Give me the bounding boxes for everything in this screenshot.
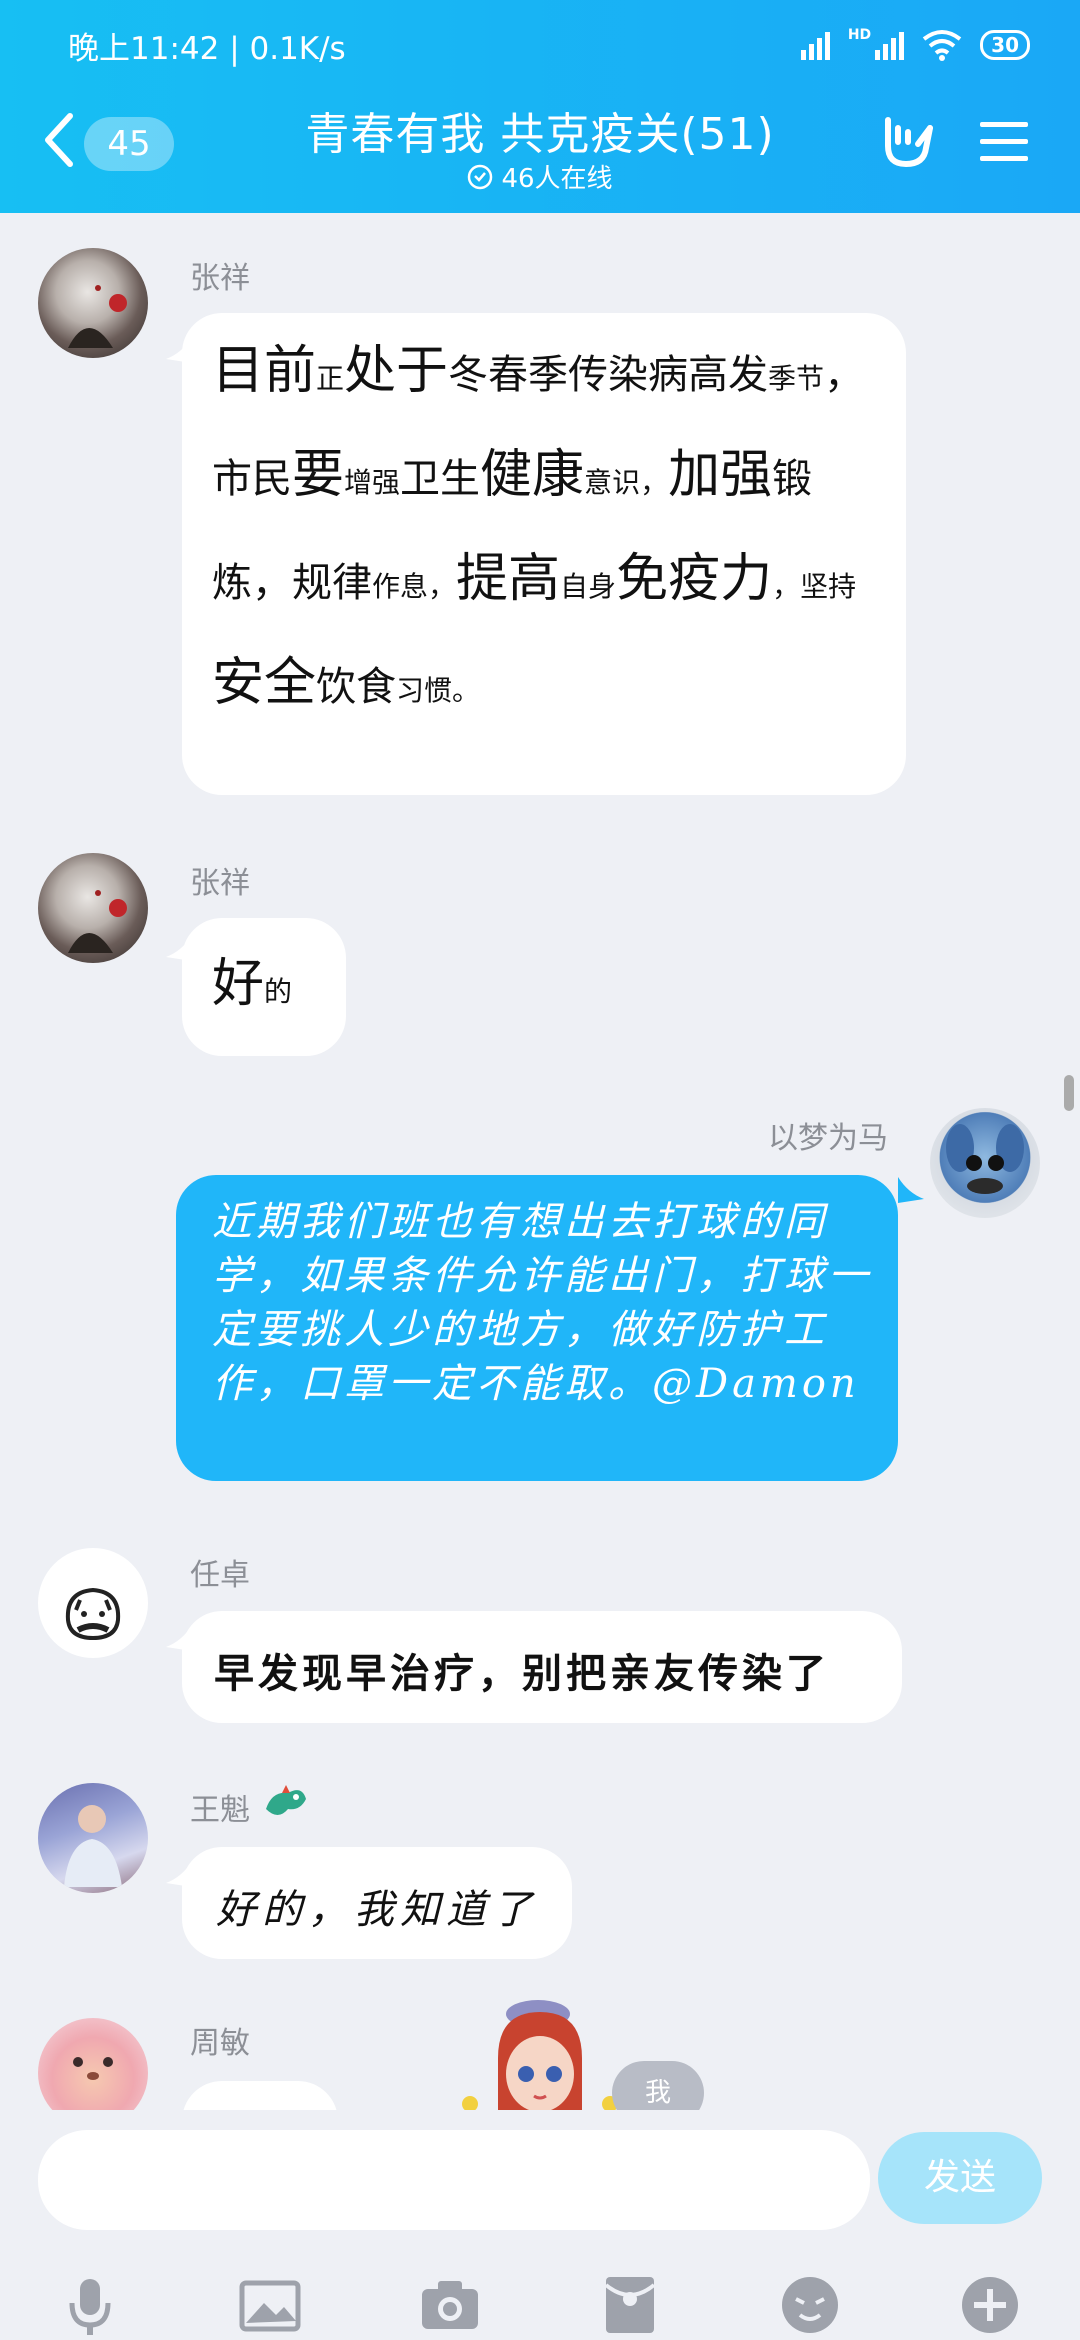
text-segment: 意 xyxy=(584,466,613,499)
signal-icon xyxy=(800,30,830,60)
avatar-renzhuo[interactable] xyxy=(38,1548,148,1658)
message-text: 好的 xyxy=(212,938,352,1042)
mic-icon[interactable] xyxy=(58,2273,122,2337)
text-segment: 识， xyxy=(612,466,669,499)
text-segment: 习惯。 xyxy=(396,674,481,707)
text-segment: 自身 xyxy=(560,570,617,603)
avatar-yimengweima[interactable] xyxy=(930,1108,1040,1218)
text-segment: 提 xyxy=(456,549,509,609)
image-icon[interactable] xyxy=(238,2273,302,2337)
check-circle-icon xyxy=(468,164,493,189)
text-segment: 卫生 xyxy=(400,456,481,502)
floating-label[interactable]: 我 xyxy=(612,2061,704,2110)
battery-icon: 30 xyxy=(980,30,1030,60)
text-segment: 加强 xyxy=(668,445,773,505)
text-segment: 冬春季传染病高 xyxy=(448,352,729,398)
message-bubble[interactable]: 好的 xyxy=(182,918,346,1056)
plus-icon[interactable] xyxy=(958,2273,1022,2337)
text-segment: 安全 xyxy=(212,653,317,713)
menu-icon[interactable] xyxy=(980,120,1028,164)
input-bar: 发送 xyxy=(0,2110,1080,2340)
message-list[interactable]: 张祥 目前正处于冬春季传染病高发季节，市民要增强卫生健康意识，加强锻炼，规律作息… xyxy=(0,213,1080,2110)
dragon-badge-icon xyxy=(266,1785,306,1815)
sender-name: 张祥 xyxy=(190,261,250,296)
wifi-icon xyxy=(922,30,962,61)
sender-name: 任卓 xyxy=(190,1558,250,1593)
message-input[interactable] xyxy=(38,2130,870,2230)
toolbar xyxy=(0,2270,1080,2340)
text-segment: 健康 xyxy=(480,445,585,505)
sender-name: 张祥 xyxy=(190,866,250,901)
avatar-zhoumin[interactable] xyxy=(38,2018,148,2110)
message-text: 目前正处于冬春季传染病高发季节，市民要增强卫生健康意识，加强锻炼，规律作息，提高… xyxy=(212,325,892,741)
message-text: 早发现早治疗，别把亲友传染了 xyxy=(214,1651,830,1697)
floating-avatar-character[interactable] xyxy=(462,1998,622,2110)
my-message-bubble[interactable]: 近期我们班也有想出去打球的同学，如果条件允许能出门，打球一定要挑人少的地方，做好… xyxy=(176,1175,898,1481)
status-bar: 晚上11:42 | 0.1K/s HD 30 xyxy=(68,22,1030,68)
message-text: 好的，我知道了 xyxy=(216,1887,538,1933)
status-time: 晚上11:42 | 0.1K/s xyxy=(68,30,346,67)
text-segment: 好 xyxy=(212,954,265,1014)
love-gesture-icon[interactable] xyxy=(876,112,936,172)
message-bubble[interactable]: 好的，我知道了 xyxy=(182,1847,572,1959)
message-bubble[interactable] xyxy=(182,2081,338,2110)
text-segment: 食 xyxy=(356,664,397,710)
emoji-icon[interactable] xyxy=(778,2273,842,2337)
scrollbar[interactable] xyxy=(1064,1075,1074,1111)
text-segment: 正 xyxy=(316,362,345,395)
text-segment: 饮 xyxy=(316,664,357,710)
online-count: 46人在线 xyxy=(501,164,613,194)
text-segment: 的 xyxy=(264,975,293,1008)
sender-name: 以梦为马 xyxy=(768,1121,888,1156)
text-segment: 要 xyxy=(292,445,345,505)
bubble-tail xyxy=(898,1177,924,1203)
text-segment: 作息， xyxy=(372,570,457,603)
message-bubble[interactable]: 早发现早治疗，别把亲友传染了 xyxy=(182,1611,902,1723)
network-type: HD xyxy=(847,27,872,43)
sender-name: 周敏 xyxy=(190,2026,250,2061)
message-text: 近期我们班也有想出去打球的同学，如果条件允许能出门，打球一定要挑人少的地方，做好… xyxy=(212,1199,872,1407)
red-packet-icon[interactable] xyxy=(598,2273,662,2337)
text-segment: 目前 xyxy=(212,341,317,401)
text-segment: ，坚持 xyxy=(772,570,857,603)
text-segment: 发 xyxy=(728,352,769,398)
text-segment: 季节 xyxy=(768,362,825,395)
text-segment: 处于 xyxy=(344,341,449,401)
avatar-zhangxiang[interactable] xyxy=(38,248,148,358)
chat-header: 晚上11:42 | 0.1K/s HD 30 45 青春有我 共克疫关(51) … xyxy=(0,0,1080,213)
signal-icon-2 xyxy=(875,30,905,60)
camera-icon[interactable] xyxy=(418,2273,482,2337)
text-segment: 免疫力 xyxy=(616,549,773,609)
text-segment: 高 xyxy=(508,549,561,609)
avatar-zhangxiang[interactable] xyxy=(38,853,148,963)
sender-name: 王魁 xyxy=(190,1793,250,1828)
text-segment: 增强 xyxy=(344,466,401,499)
avatar-wangkui[interactable] xyxy=(38,1783,148,1893)
message-bubble[interactable]: 目前正处于冬春季传染病高发季节，市民要增强卫生健康意识，加强锻炼，规律作息，提高… xyxy=(182,313,906,795)
send-button[interactable]: 发送 xyxy=(878,2132,1042,2224)
